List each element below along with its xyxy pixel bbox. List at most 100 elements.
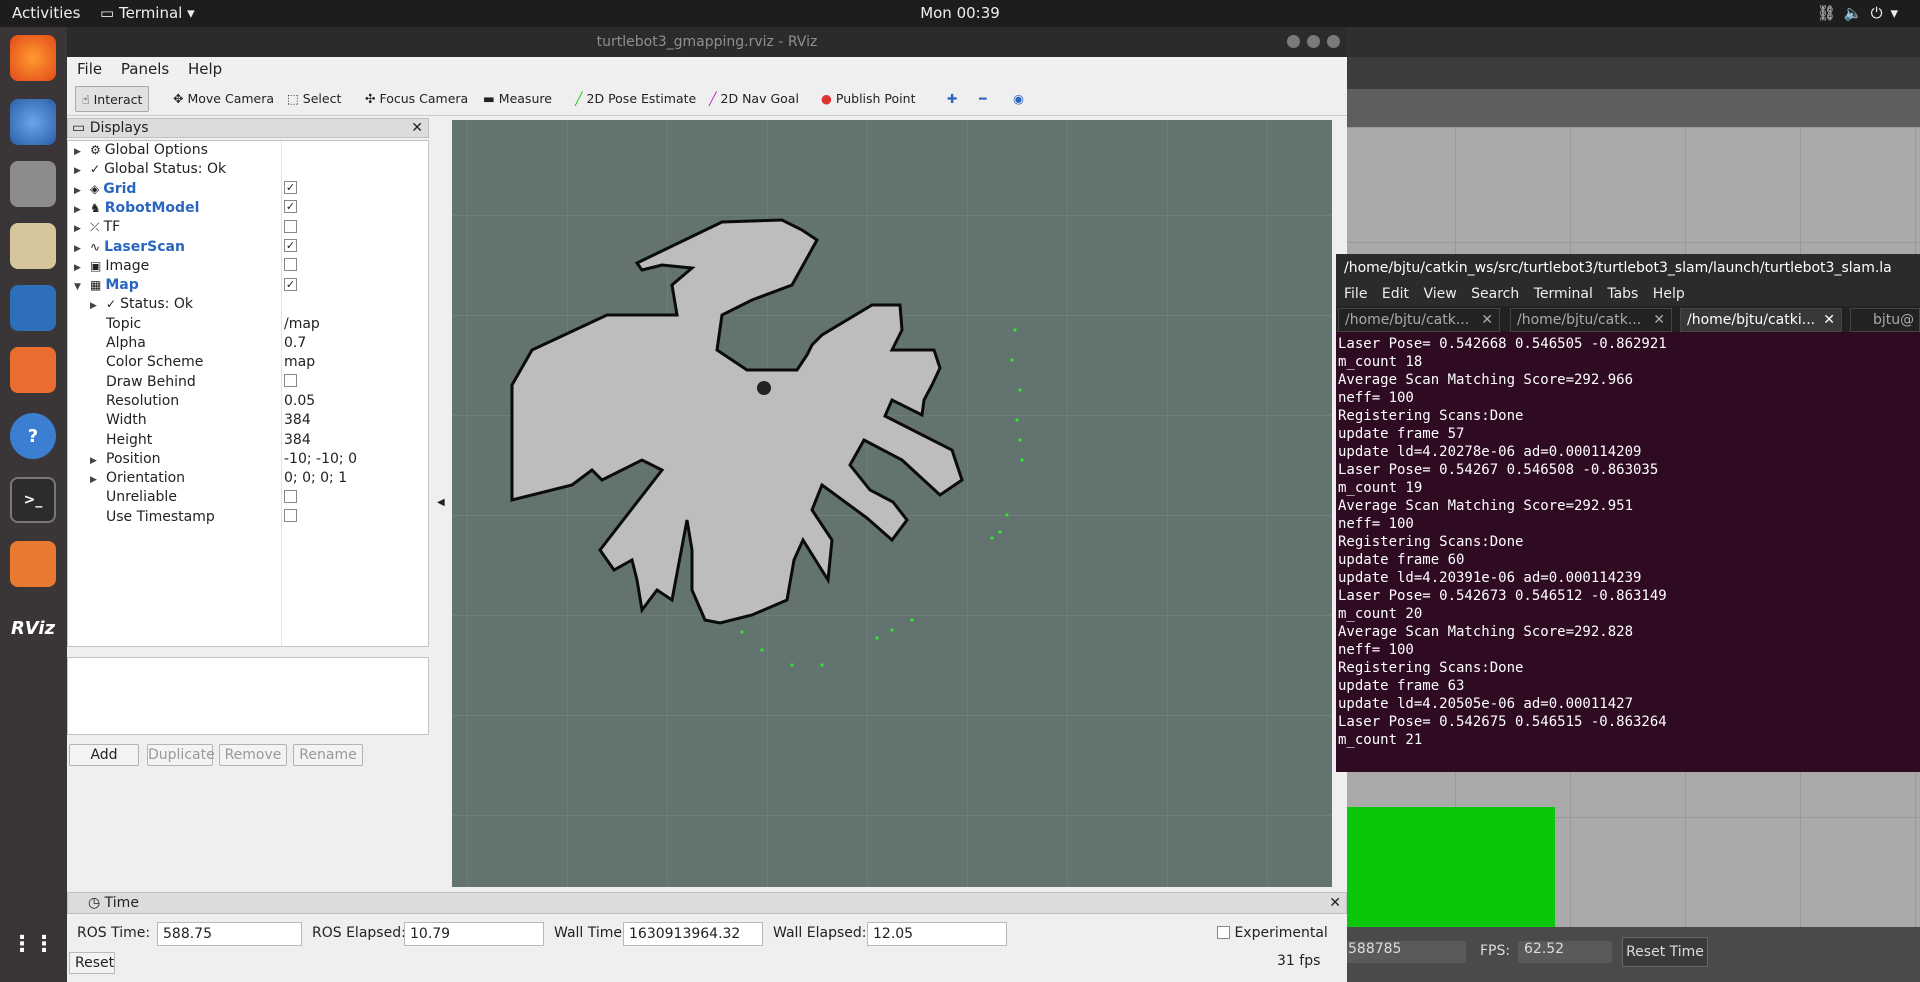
duplicate-button[interactable]: Duplicate: [147, 744, 215, 766]
checkbox[interactable]: [284, 258, 297, 272]
tab-close-icon[interactable]: ✕: [1653, 309, 1665, 331]
rename-button[interactable]: Rename: [293, 744, 363, 766]
checkbox[interactable]: ✓: [284, 200, 297, 214]
time-close-icon[interactable]: ✕: [1329, 893, 1341, 913]
checkbox[interactable]: ✓: [284, 277, 297, 291]
rviz-icon[interactable]: RViz: [10, 605, 56, 651]
tool-focus-camera[interactable]: ✣ Focus Camera: [359, 86, 474, 112]
help-icon[interactable]: ?: [10, 413, 56, 459]
terminal-tab-active[interactable]: /home/bjtu/catki... ✕: [1680, 308, 1842, 332]
ros-time-field[interactable]: 588.75: [157, 922, 302, 946]
tree-row[interactable]: ▶ ♞ RobotModel ✓: [68, 199, 428, 218]
tree-row[interactable]: Color Scheme map: [68, 353, 428, 372]
expand-arrow-icon[interactable]: ▶: [74, 240, 84, 259]
tab-close-icon[interactable]: ✕: [1823, 309, 1835, 331]
expand-arrow-icon[interactable]: ▼: [74, 278, 84, 297]
expand-arrow-icon[interactable]: ▶: [74, 220, 84, 239]
maximize-button[interactable]: [1307, 35, 1320, 48]
expand-arrow-icon[interactable]: ▶: [74, 162, 84, 181]
checkbox[interactable]: [284, 489, 297, 503]
tree-row[interactable]: Unreliable: [68, 488, 428, 507]
tree-row[interactable]: Resolution 0.05: [68, 392, 428, 411]
tree-row[interactable]: Draw Behind: [68, 373, 428, 392]
ros-elapsed-field[interactable]: 10.79: [404, 922, 544, 946]
show-apps-icon[interactable]: ⋮⋮: [10, 921, 56, 967]
activities-button[interactable]: Activities: [12, 4, 80, 22]
terminal-menu-tabs[interactable]: Tabs: [1607, 286, 1638, 302]
tree-value[interactable]: [284, 508, 297, 527]
menu-file[interactable]: File: [77, 60, 102, 78]
camera-view-button[interactable]: ◉: [1007, 86, 1030, 112]
terminal-menu-terminal[interactable]: Terminal: [1534, 286, 1593, 302]
experimental-checkbox[interactable]: Experimental: [1217, 925, 1328, 941]
tree-value[interactable]: ✓: [284, 199, 297, 218]
tree-row[interactable]: ▼ ▦ Map ✓: [68, 276, 428, 295]
terminal-menu-search[interactable]: Search: [1471, 286, 1519, 302]
system-tray[interactable]: ⛓🔈⏻▾: [1817, 4, 1906, 22]
rhythmbox-icon[interactable]: [10, 223, 56, 269]
wall-elapsed-field[interactable]: 12.05: [867, 922, 1007, 946]
tree-value[interactable]: [284, 373, 297, 392]
reset-button[interactable]: Reset: [69, 952, 115, 974]
thunderbird-icon[interactable]: [10, 99, 56, 145]
tab-close-icon[interactable]: ✕: [1481, 309, 1493, 331]
tree-row[interactable]: ▶ ▣ Image: [68, 257, 428, 276]
expand-arrow-icon[interactable]: ▶: [74, 201, 84, 220]
app-menu[interactable]: ▭ Terminal ▾: [100, 4, 195, 22]
checkbox[interactable]: [284, 509, 297, 523]
tree-row[interactable]: ▶ Orientation 0; 0; 0; 1: [68, 469, 428, 488]
terminal-output[interactable]: Laser Pose= 0.542668 0.546505 -0.862921 m…: [1336, 332, 1920, 749]
clock[interactable]: Mon 00:39: [0, 4, 1920, 22]
collapse-panel-icon[interactable]: ◀: [437, 497, 445, 508]
tool-measure[interactable]: ▬ Measure: [477, 86, 558, 112]
checkbox[interactable]: ✓: [284, 239, 297, 252]
add-tool-button[interactable]: ✚: [941, 86, 963, 112]
remove-tool-button[interactable]: ━: [973, 86, 993, 112]
tree-value[interactable]: ✓: [284, 276, 297, 295]
expand-arrow-icon[interactable]: ▶: [74, 259, 84, 278]
tree-row[interactable]: ▶ ∿ LaserScan ✓: [68, 238, 428, 257]
tree-value[interactable]: [284, 488, 297, 507]
checkbox[interactable]: [284, 374, 297, 388]
tree-row[interactable]: Use Timestamp: [68, 508, 428, 527]
tool-select[interactable]: ⬚ Select: [281, 86, 347, 112]
close-icon[interactable]: ✕: [411, 119, 423, 137]
terminal-tab[interactable]: bjtu@: [1850, 308, 1920, 332]
terminal-icon[interactable]: >_: [10, 477, 56, 523]
expand-arrow-icon[interactable]: ▶: [90, 471, 100, 490]
tree-value[interactable]: ✓: [284, 238, 297, 257]
software-icon[interactable]: [10, 347, 56, 393]
tree-value[interactable]: [284, 218, 297, 237]
tree-row[interactable]: ▶ ◈ Grid ✓: [68, 180, 428, 199]
tree-value[interactable]: [284, 257, 297, 276]
map-view[interactable]: [452, 120, 1332, 887]
firefox-icon[interactable]: [10, 35, 56, 81]
expand-arrow-icon[interactable]: ▶: [74, 143, 84, 162]
terminal-menu-file[interactable]: File: [1344, 286, 1367, 302]
expand-arrow-icon[interactable]: ▶: [74, 182, 84, 201]
expand-arrow-icon[interactable]: ▶: [90, 297, 100, 316]
writer-icon[interactable]: [10, 285, 56, 331]
terminal-tab[interactable]: /home/bjtu/catk... ✕: [1510, 308, 1672, 332]
tree-row[interactable]: ▶ Position -10; -10; 0: [68, 450, 428, 469]
add-display-button[interactable]: Add: [69, 744, 139, 766]
tree-row[interactable]: Width 384: [68, 411, 428, 430]
terminal-menu-view[interactable]: View: [1423, 286, 1456, 302]
tree-row[interactable]: ▶ ✓ Status: Ok: [68, 295, 428, 314]
menu-help[interactable]: Help: [188, 60, 222, 78]
reset-time-button[interactable]: Reset Time: [1622, 937, 1708, 967]
tree-row[interactable]: ▶ ⚙ Global Options: [68, 141, 428, 160]
close-button[interactable]: [1327, 35, 1340, 48]
expand-arrow-icon[interactable]: ▶: [90, 452, 100, 471]
tool-2d-pose-estimate[interactable]: ╱ 2D Pose Estimate: [569, 86, 702, 112]
files-icon[interactable]: [10, 161, 56, 207]
tree-row[interactable]: Alpha 0.7: [68, 334, 428, 353]
tree-value[interactable]: ✓: [284, 180, 297, 199]
tool-move-camera[interactable]: ✥ Move Camera: [167, 86, 280, 112]
minimize-button[interactable]: [1287, 35, 1300, 48]
terminal-menu-edit[interactable]: Edit: [1382, 286, 1409, 302]
tree-row[interactable]: Topic/map: [68, 315, 428, 334]
gazebo-icon[interactable]: [10, 541, 56, 587]
tree-row[interactable]: ▶ ⤫ TF: [68, 218, 428, 237]
terminal-menu-help[interactable]: Help: [1653, 286, 1685, 302]
